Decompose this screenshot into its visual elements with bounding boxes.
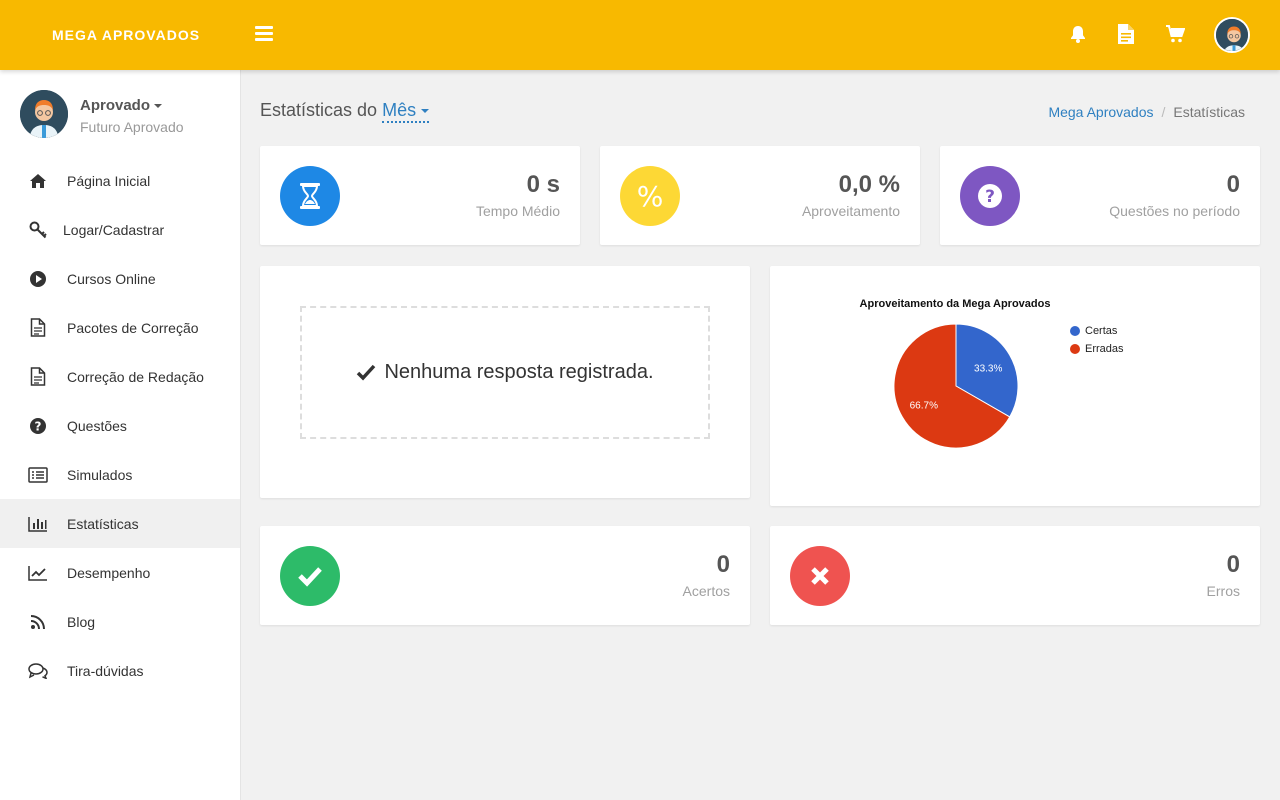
pie-slice-label: 66.7% xyxy=(910,401,938,412)
empty-message: Nenhuma resposta registrada. xyxy=(384,361,654,383)
sidebar-item-label: Correção de Redação xyxy=(67,368,204,385)
avatar[interactable] xyxy=(1214,17,1250,53)
page-title: Estatísticas do Mês xyxy=(260,100,430,123)
sidebar-item-tira-duvidas[interactable]: Tira-dúvidas xyxy=(0,646,240,695)
stat-label: Acertos xyxy=(682,583,730,599)
comments-icon xyxy=(28,661,48,681)
legend-swatch xyxy=(1070,326,1080,336)
breadcrumb: Mega Aprovados / Estatísticas xyxy=(1048,104,1245,120)
line-chart-icon xyxy=(28,563,48,583)
stat-card-questoes: ? 0 Questões no período xyxy=(940,146,1260,245)
list-icon xyxy=(28,465,48,485)
stat-card-aproveitamento: % 0,0 % Aproveitamento xyxy=(600,146,920,245)
pie-slice-label: 33.3% xyxy=(974,363,1002,374)
avatar xyxy=(20,90,68,138)
chart-card: Aproveitamento da Mega Aprovados 33.3% 66… xyxy=(770,266,1260,506)
top-bar: MEGA APROVADOS xyxy=(0,0,1280,70)
sidebar-item-label: Página Inicial xyxy=(67,172,151,189)
stat-value: 0 xyxy=(716,551,730,578)
cart-icon[interactable] xyxy=(1164,22,1186,46)
stat-label: Tempo Médio xyxy=(475,203,560,219)
bell-icon[interactable] xyxy=(1067,22,1089,46)
sidebar-item-desempenho[interactable]: Desempenho xyxy=(0,548,240,597)
file-icon xyxy=(28,318,48,338)
sidebar-item-label: Simulados xyxy=(67,466,133,483)
sidebar-item-label: Logar/Cadastrar xyxy=(63,221,165,238)
stat-value: 0,0 % xyxy=(838,171,900,198)
sidebar-item-label: Tira-dúvidas xyxy=(67,662,144,679)
user-name-dropdown[interactable]: Aprovado xyxy=(80,97,163,114)
sidebar-item-label: Pacotes de Correção xyxy=(67,319,199,336)
file-icon xyxy=(28,367,48,387)
stat-label: Erros xyxy=(1206,583,1240,599)
legend-label: Erradas xyxy=(1085,343,1124,355)
bar-chart-icon xyxy=(28,514,48,534)
sidebar-item-label: Cursos Online xyxy=(67,270,156,287)
svg-text:?: ? xyxy=(35,419,42,433)
legend-swatch xyxy=(1070,344,1080,354)
chart-legend: Certas Erradas xyxy=(1070,322,1124,358)
stat-label: Aproveitamento xyxy=(801,203,900,219)
breadcrumb-separator: / xyxy=(1161,104,1166,120)
empty-state: Nenhuma resposta registrada. xyxy=(300,306,710,439)
legend-item-certas[interactable]: Certas xyxy=(1070,322,1124,340)
sidebar-item-correcao-de-redacao[interactable]: Correção de Redação xyxy=(0,352,240,401)
key-icon xyxy=(28,220,48,240)
sidebar-item-pagina-inicial[interactable]: Página Inicial xyxy=(0,156,240,205)
stat-card-acertos: 0 Acertos xyxy=(260,526,750,625)
stat-label: Questões no período xyxy=(1109,203,1240,219)
check-icon xyxy=(280,546,340,606)
pie-chart: Aproveitamento da Mega Aprovados 33.3% 66… xyxy=(770,266,1260,506)
sidebar-item-pacotes-de-correcao[interactable]: Pacotes de Correção xyxy=(0,303,240,352)
user-profile: Aprovado Futuro Aprovado xyxy=(20,90,230,140)
caret-down-icon xyxy=(154,104,163,109)
page-title-prefix: Estatísticas do xyxy=(260,100,378,120)
breadcrumb-current: Estatísticas xyxy=(1173,104,1245,120)
sidebar: Aprovado Futuro Aprovado Página Inicial … xyxy=(0,70,241,800)
breadcrumb-home-link[interactable]: Mega Aprovados xyxy=(1048,104,1153,120)
legend-label: Certas xyxy=(1085,325,1118,337)
play-circle-icon xyxy=(28,269,48,289)
percent-icon: % xyxy=(620,166,680,226)
user-subtitle: Futuro Aprovado xyxy=(80,119,184,135)
check-icon xyxy=(357,364,376,381)
responses-card: Nenhuma resposta registrada. xyxy=(260,266,750,498)
sidebar-item-label: Estatísticas xyxy=(67,515,139,532)
sidebar-item-cursos-online[interactable]: Cursos Online xyxy=(0,254,240,303)
hourglass-icon xyxy=(280,166,340,226)
stat-value: 0 s xyxy=(526,171,560,198)
brand-logo[interactable]: MEGA APROVADOS xyxy=(52,27,200,43)
question-circle-icon: ? xyxy=(28,416,48,436)
sidebar-item-blog[interactable]: Blog xyxy=(0,597,240,646)
percent-symbol: % xyxy=(636,179,664,213)
stat-value: 0 xyxy=(1226,551,1240,578)
stat-value: 0 xyxy=(1226,171,1240,198)
home-icon xyxy=(28,171,48,191)
user-name: Aprovado xyxy=(80,97,151,114)
pie-chart-svg: 33.3% 66.7% xyxy=(893,323,1019,449)
sidebar-item-simulados[interactable]: Simulados xyxy=(0,450,240,499)
document-icon[interactable] xyxy=(1115,22,1137,46)
period-value: Mês xyxy=(382,100,417,120)
sidebar-item-label: Desempenho xyxy=(67,564,151,581)
period-dropdown[interactable]: Mês xyxy=(382,100,430,123)
stat-card-erros: 0 Erros xyxy=(770,526,1260,625)
sidebar-item-label: Questões xyxy=(67,417,127,434)
legend-item-erradas[interactable]: Erradas xyxy=(1070,340,1124,358)
menu-icon[interactable] xyxy=(255,26,273,42)
stat-card-tempo-medio: 0 s Tempo Médio xyxy=(260,146,580,245)
close-icon xyxy=(790,546,850,606)
caret-down-icon xyxy=(421,109,430,114)
rss-icon xyxy=(28,612,48,632)
question-icon: ? xyxy=(960,166,1020,226)
sidebar-item-label: Blog xyxy=(67,613,96,630)
sidebar-item-questoes[interactable]: ? Questões xyxy=(0,401,240,450)
sidebar-item-logar-cadastrar[interactable]: Logar/Cadastrar xyxy=(0,205,240,254)
sidebar-item-estatisticas[interactable]: Estatísticas xyxy=(0,499,240,548)
sidebar-menu: Página Inicial Logar/Cadastrar Cursos On… xyxy=(0,156,240,695)
question-symbol: ? xyxy=(985,187,995,207)
